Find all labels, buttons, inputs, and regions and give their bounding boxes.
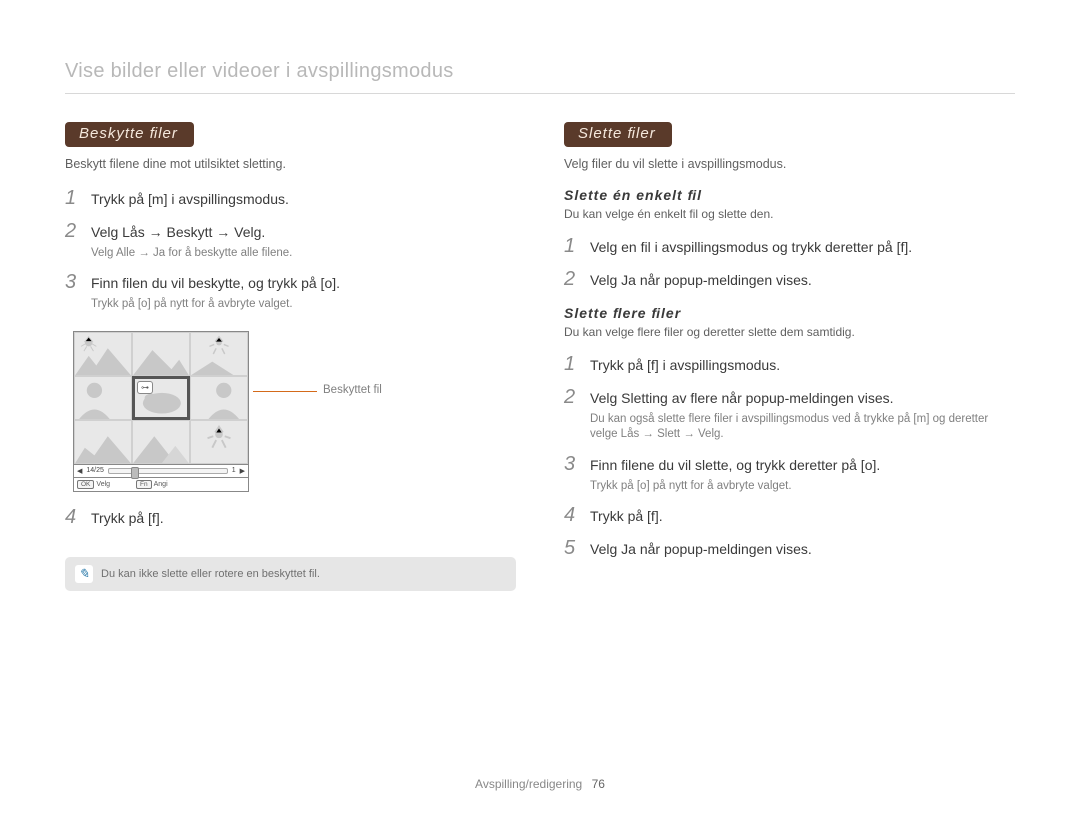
thumb <box>132 420 190 464</box>
content-columns: Beskytte ﬁler Beskytt ﬁlene dine mot uti… <box>65 122 1015 591</box>
thumb <box>190 420 248 464</box>
step-text: Trykk på [f]. <box>91 509 516 528</box>
callout-label: Beskyttet ﬁl <box>323 384 382 396</box>
thumb <box>74 332 132 376</box>
step: 3 Finn ﬁlene du vil slette, og trykk der… <box>564 453 1015 494</box>
step-subtext: Velg Alle → Ja for å beskytte alle ﬁlene… <box>91 246 516 262</box>
step: 1 Trykk på [f] i avspillingsmodus. <box>564 353 1015 376</box>
step-number: 5 <box>564 537 580 560</box>
info-icon: ✎ <box>75 565 93 583</box>
thumb <box>190 376 248 420</box>
step-number: 2 <box>564 268 580 291</box>
subheading-single: Slette én enkelt ﬁl <box>564 187 1015 203</box>
step-number: 1 <box>65 187 81 210</box>
step-subtext: Trykk på [o] på nytt for å avbryte valge… <box>91 297 516 313</box>
step-subtext: Du kan også slette ﬂere ﬁler i avspillin… <box>590 412 1015 443</box>
step-number: 2 <box>564 386 580 409</box>
step-number: 4 <box>65 506 81 529</box>
thumbnail-grid-illustration: ⊶ <box>73 331 249 492</box>
thumb-selected: ⊶ <box>132 376 190 420</box>
step-number: 1 <box>564 353 580 376</box>
left-column: Beskytte ﬁler Beskytt ﬁlene dine mot uti… <box>65 122 516 591</box>
single-intro: Du kan velge én enkelt ﬁl og slette den. <box>564 207 1015 221</box>
step: 1 Velg en ﬁl i avspillingsmodus og trykk… <box>564 235 1015 258</box>
step-number: 3 <box>65 271 81 294</box>
step-text: Finn ﬁlen du vil beskytte, og trykk på [… <box>91 274 516 293</box>
step-text: Velg Sletting av ﬂere når popup-meldinge… <box>590 389 1015 408</box>
step-number: 2 <box>65 220 81 243</box>
thumb <box>132 332 190 376</box>
right-column: Slette ﬁler Velg ﬁler du vil slette i av… <box>564 122 1015 591</box>
info-box: ✎ Du kan ikke slette eller rotere en bes… <box>65 557 516 591</box>
step: 4 Trykk på [f]. <box>564 504 1015 527</box>
thumb <box>74 376 132 420</box>
step-text: Velg Ja når popup-meldingen vises. <box>590 540 1015 559</box>
step-subtext: Trykk på [o] på nytt for å avbryte valge… <box>590 479 1015 495</box>
step: 3 Finn ﬁlen du vil beskytte, og trykk på… <box>65 271 516 312</box>
fn-button-label: Fn <box>136 480 152 489</box>
step-text: Velg Ja når popup-meldingen vises. <box>590 271 1015 290</box>
subheading-multi: Slette ﬂere ﬁler <box>564 305 1015 321</box>
step-number: 3 <box>564 453 580 476</box>
step-text: Trykk på [f]. <box>590 507 1015 526</box>
thumb <box>74 420 132 464</box>
velg-label: Velg <box>96 481 110 488</box>
footer: Avspilling/redigering 76 <box>0 777 1080 791</box>
step: 4 Trykk på [f]. <box>65 506 516 529</box>
lock-icon: ⊶ <box>137 381 153 394</box>
step-text: Velg Lås → Beskytt → Velg. <box>91 223 516 242</box>
step: 2 Velg Lås → Beskytt → Velg. Velg Alle →… <box>65 220 516 261</box>
angi-label: Angi <box>154 481 168 488</box>
section-heading-protect: Beskytte ﬁler <box>65 122 194 147</box>
thumb <box>190 332 248 376</box>
slider <box>108 468 228 474</box>
step: 2 Velg Sletting av ﬂere når popup-meldin… <box>564 386 1015 443</box>
step: 1 Trykk på [m] i avspillingsmodus. <box>65 187 516 210</box>
ok-button-label: OK <box>77 480 94 489</box>
step-number: 4 <box>564 504 580 527</box>
button-row: OK Velg Fn Angi <box>73 478 249 492</box>
delete-intro: Velg ﬁler du vil slette i avspillingsmod… <box>564 157 1015 171</box>
nav-right-icon: ▶ <box>240 467 245 475</box>
ctrl-bar: ◀ 14/25 1 ▶ <box>73 465 249 478</box>
protect-intro: Beskytt ﬁlene dine mot utilsiktet sletti… <box>65 157 516 171</box>
info-text: Du kan ikke slette eller rotere en besky… <box>101 568 320 580</box>
footer-section: Avspilling/redigering <box>475 777 582 791</box>
step: 5 Velg Ja når popup-meldingen vises. <box>564 537 1015 560</box>
multi-intro: Du kan velge ﬂere ﬁler og deretter slett… <box>564 325 1015 339</box>
thumb-one: 1 <box>232 467 236 474</box>
thumb-counter: 14/25 <box>86 467 104 474</box>
page-number: 76 <box>592 777 605 791</box>
page-title: Vise bilder eller videoer i avspillingsm… <box>65 60 1015 94</box>
illustration-wrap: ⊶ <box>73 331 516 492</box>
nav-left-icon: ◀ <box>77 467 82 475</box>
step-text: Finn ﬁlene du vil slette, og trykk deret… <box>590 456 1015 475</box>
step-text: Velg en ﬁl i avspillingsmodus og trykk d… <box>590 238 1015 257</box>
step: 2 Velg Ja når popup-meldingen vises. <box>564 268 1015 291</box>
section-heading-delete: Slette ﬁler <box>564 122 672 147</box>
step-text: Trykk på [m] i avspillingsmodus. <box>91 190 516 209</box>
step-number: 1 <box>564 235 580 258</box>
step-text: Trykk på [f] i avspillingsmodus. <box>590 356 1015 375</box>
callout-line <box>253 391 317 392</box>
